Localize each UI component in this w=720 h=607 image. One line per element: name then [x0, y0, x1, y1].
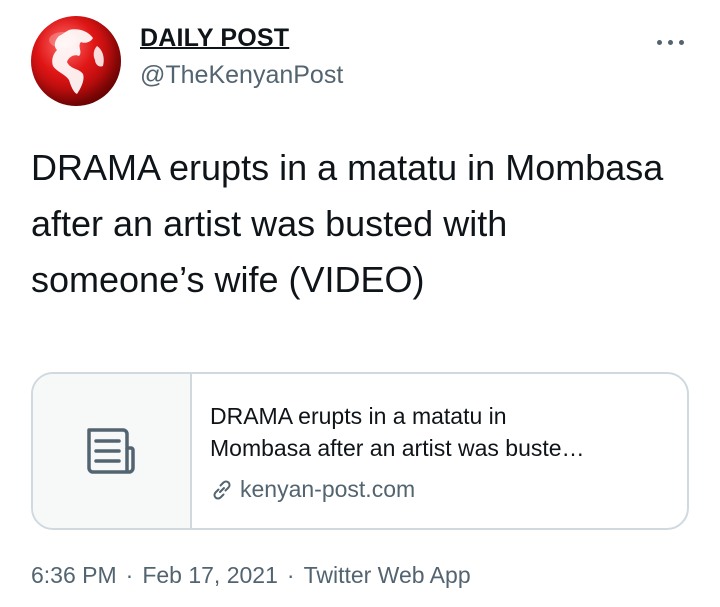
meta-separator: ·: [286, 562, 295, 588]
tweet-source[interactable]: Twitter Web App: [304, 562, 471, 588]
tweet-date[interactable]: Feb 17, 2021: [142, 562, 278, 588]
meta-separator: ·: [125, 562, 134, 588]
tweet-time[interactable]: 6:36 PM: [31, 562, 117, 588]
tweet: DAILY POST @TheKenyanPost DRAMA erupts i…: [0, 0, 720, 607]
tweet-text: DRAMA erupts in a matatu in Mombasa afte…: [31, 147, 664, 300]
card-title: DRAMA erupts in a matatu in Mombasa afte…: [210, 400, 670, 464]
card-thumbnail: [33, 374, 192, 528]
display-name[interactable]: DAILY POST: [140, 24, 289, 53]
card-domain: kenyan-post.com: [210, 476, 415, 503]
more-horizontal-icon: [668, 40, 673, 45]
article-document-icon: [87, 428, 135, 474]
more-horizontal-icon: [679, 40, 684, 45]
user-handle[interactable]: @TheKenyanPost: [140, 61, 343, 90]
card-title-line-2: Mombasa after an artist was buste…: [210, 435, 585, 461]
link-preview-card[interactable]: DRAMA erupts in a matatu in Mombasa afte…: [31, 372, 689, 530]
tweet-meta: 6:36 PM · Feb 17, 2021 · Twitter Web App: [31, 562, 471, 589]
more-horizontal-icon: [657, 40, 662, 45]
card-domain-text: kenyan-post.com: [240, 476, 416, 502]
globe-logo-icon: [49, 29, 104, 94]
card-title-line-1: DRAMA erupts in a matatu in: [210, 403, 507, 429]
more-options-button[interactable]: [653, 24, 689, 60]
avatar[interactable]: [31, 16, 121, 106]
link-icon: [213, 479, 231, 500]
